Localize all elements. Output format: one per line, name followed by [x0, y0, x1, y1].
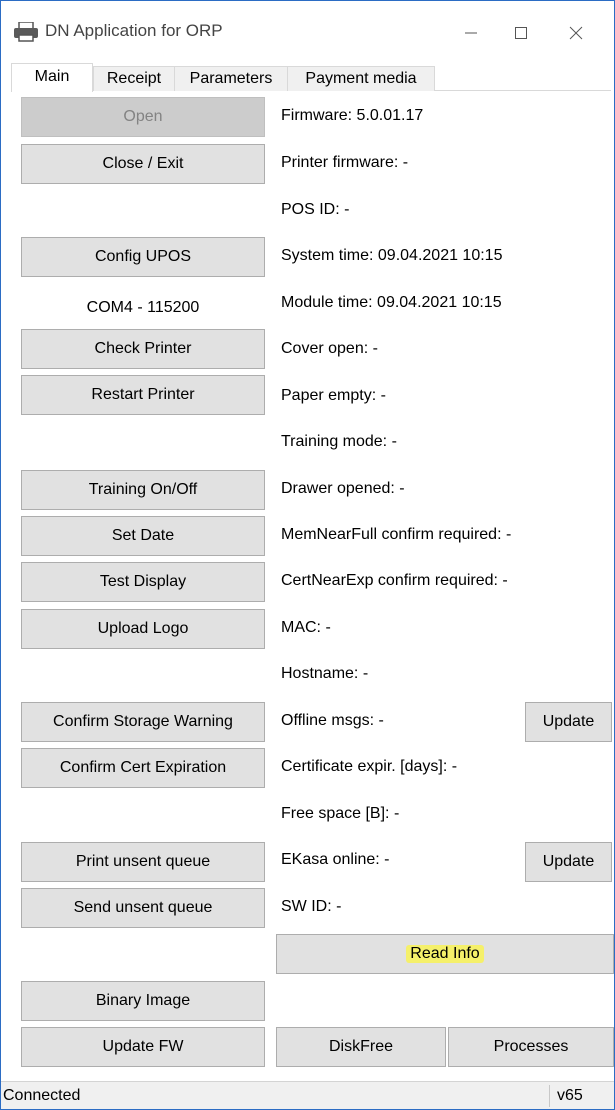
- tab-main[interactable]: Main: [11, 63, 93, 92]
- main-tab-panel: Open Close / Exit Config UPOS COM4 - 115…: [11, 91, 614, 1071]
- com-port-label: COM4 - 115200: [86, 299, 200, 316]
- tab-parameters[interactable]: Parameters: [174, 66, 288, 91]
- paper-empty-label: Paper empty: -: [281, 387, 386, 404]
- binary-image-button[interactable]: Binary Image: [21, 981, 265, 1021]
- window-title: DN Application for ORP: [45, 21, 223, 40]
- open-button[interactable]: Open: [21, 97, 265, 137]
- memnearfull-label: MemNearFull confirm required: -: [281, 526, 512, 543]
- app-window: DN Application for ORP Main Receipt Para…: [0, 0, 615, 1110]
- pos-id-label: POS ID: -: [281, 201, 350, 218]
- system-time-label: System time: 09.04.2021 10:15: [281, 247, 503, 264]
- confirm-storage-warning-button[interactable]: Confirm Storage Warning: [21, 702, 265, 742]
- close-icon: [569, 26, 583, 40]
- hostname-label: Hostname: -: [281, 665, 369, 682]
- status-bar: Connected v65: [1, 1081, 614, 1109]
- config-upos-button[interactable]: Config UPOS: [21, 237, 265, 277]
- read-info-label: Read Info: [406, 945, 484, 963]
- training-toggle-button[interactable]: Training On/Off: [21, 470, 265, 510]
- close-exit-button[interactable]: Close / Exit: [21, 144, 265, 184]
- sw-id-label: SW ID: -: [281, 898, 342, 915]
- cover-open-label: Cover open: -: [281, 340, 378, 357]
- update-ekasa-button[interactable]: Update: [525, 842, 612, 882]
- free-space-label: Free space [B]: -: [281, 805, 400, 822]
- connection-status: Connected: [3, 1087, 81, 1104]
- print-unsent-queue-button[interactable]: Print unsent queue: [21, 842, 265, 882]
- ekasa-online-label: EKasa online: -: [281, 851, 390, 868]
- send-unsent-queue-button[interactable]: Send unsent queue: [21, 888, 265, 928]
- tab-payment-media[interactable]: Payment media: [287, 66, 435, 91]
- maximize-button[interactable]: [491, 11, 551, 55]
- printer-firmware-label: Printer firmware: -: [281, 154, 409, 171]
- test-display-button[interactable]: Test Display: [21, 562, 265, 602]
- certificate-expiration-label: Certificate expir. [days]: -: [281, 758, 458, 775]
- close-window-button[interactable]: [546, 11, 606, 55]
- processes-button[interactable]: Processes: [448, 1027, 614, 1067]
- set-date-button[interactable]: Set Date: [21, 516, 265, 556]
- minimize-icon: [465, 32, 477, 34]
- version-label: v65: [557, 1087, 583, 1104]
- maximize-icon: [515, 27, 527, 39]
- diskfree-button[interactable]: DiskFree: [276, 1027, 446, 1067]
- check-printer-button[interactable]: Check Printer: [21, 329, 265, 369]
- tab-receipt[interactable]: Receipt: [93, 66, 175, 91]
- update-fw-button[interactable]: Update FW: [21, 1027, 265, 1067]
- title-bar[interactable]: DN Application for ORP: [1, 1, 614, 63]
- update-offline-msgs-button[interactable]: Update: [525, 702, 612, 742]
- tab-strip: Main Receipt Parameters Payment media: [11, 63, 611, 92]
- upload-logo-button[interactable]: Upload Logo: [21, 609, 265, 649]
- drawer-opened-label: Drawer opened: -: [281, 480, 405, 497]
- read-info-button[interactable]: Read Info: [276, 934, 614, 974]
- module-time-label: Module time: 09.04.2021 10:15: [281, 294, 502, 311]
- training-mode-label: Training mode: -: [281, 433, 397, 450]
- confirm-cert-expiration-button[interactable]: Confirm Cert Expiration: [21, 748, 265, 788]
- restart-printer-button[interactable]: Restart Printer: [21, 375, 265, 415]
- firmware-label: Firmware: 5.0.01.17: [281, 107, 424, 124]
- printer-icon: [13, 21, 39, 42]
- offline-msgs-label: Offline msgs: -: [281, 712, 384, 729]
- certnearexp-label: CertNearExp confirm required: -: [281, 572, 508, 589]
- status-separator: [549, 1085, 550, 1107]
- mac-label: MAC: -: [281, 619, 331, 636]
